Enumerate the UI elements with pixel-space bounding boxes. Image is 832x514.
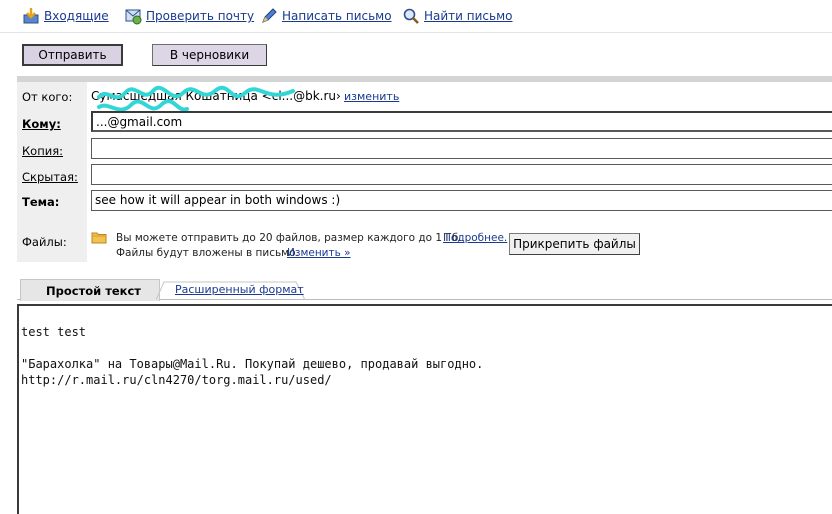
nav-inbox[interactable]: Входящие [22,7,109,25]
nav-find[interactable]: Найти письмо [402,7,513,25]
subject-input[interactable]: see how it will appear in both windows :… [91,190,832,211]
subject-label: Тема: [22,195,60,209]
change-sender-link[interactable]: изменить [344,90,399,103]
nav-inbox-label: Входящие [44,9,109,23]
files-label: Файлы: [22,235,67,249]
to-input[interactable]: ...@gmail.com [91,111,832,132]
pen-icon [260,7,278,25]
refresh-mail-icon [124,7,142,25]
files-info: Вы можете отправить до 20 файлов, размер… [116,232,462,244]
nav-find-label: Найти письмо [424,9,513,23]
save-draft-button[interactable]: В черновики [152,44,267,66]
attach-files-button[interactable]: Прикрепить файлы [509,233,640,255]
files-attached-note: Файлы будут вложены в письмо. [116,247,299,259]
nav-check-label: Проверить почту [146,9,255,23]
nav-compose-label: Написать письмо [282,9,392,23]
bcc-label[interactable]: Скрытая: [22,170,78,184]
nav-compose[interactable]: Написать письмо [260,7,392,25]
magnifier-icon [402,7,420,25]
cc-input[interactable] [91,138,832,159]
files-change-link[interactable]: Изменить » [287,247,351,259]
tab-plain-text[interactable]: Простой текст [20,279,160,301]
to-label[interactable]: Кому: [22,117,61,131]
bcc-input[interactable] [91,164,832,185]
nav-check-mail[interactable]: Проверить почту [124,7,254,25]
inbox-arrow-icon [22,7,40,25]
tab-rich-format[interactable]: Расширенный формат [160,281,305,300]
folder-icon [91,232,107,244]
top-nav: Входящие Проверить почту Написать письмо [0,0,832,33]
cc-label[interactable]: Копия: [22,144,63,158]
from-label: От кого: [22,90,73,104]
files-more-link[interactable]: Подробнее. [443,232,507,244]
send-button[interactable]: Отправить [22,44,123,66]
form-top-bar [17,76,832,82]
message-body[interactable]: test test "Барахолка" на Товары@Mail.Ru.… [17,304,832,514]
